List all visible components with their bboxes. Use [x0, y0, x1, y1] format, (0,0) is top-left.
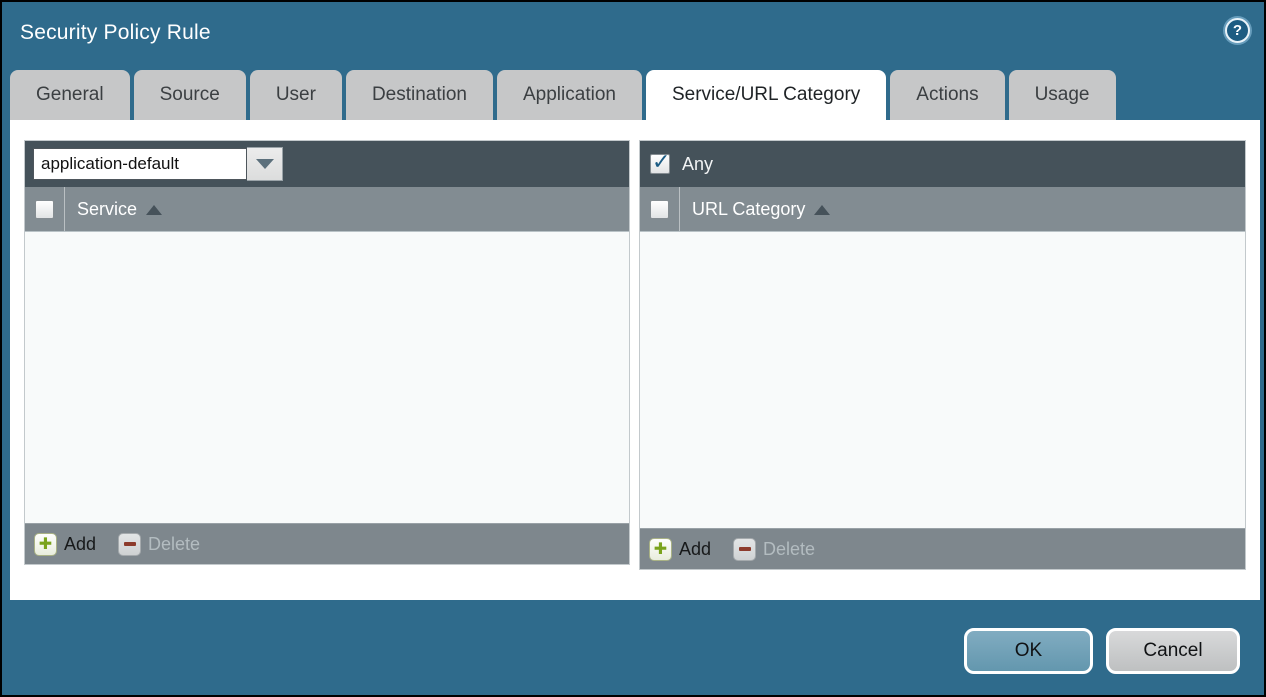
tab-service-url-category[interactable]: Service/URL Category	[646, 70, 886, 120]
minus-bar	[124, 542, 136, 546]
service-add-button[interactable]: ✚ Add	[34, 533, 96, 556]
sort-ascending-icon	[814, 205, 830, 215]
url-category-column-label: URL Category	[692, 199, 805, 220]
url-category-grid-header: URL Category	[640, 187, 1245, 232]
service-grid-header: Service	[25, 187, 629, 232]
delete-button-label: Delete	[763, 539, 815, 560]
add-plus-icon: ✚	[34, 533, 57, 556]
service-panel: Service ✚ Add Delete	[24, 140, 630, 565]
delete-minus-icon	[118, 533, 141, 556]
any-checkbox-label: Any	[682, 154, 713, 175]
tab-source[interactable]: Source	[134, 70, 246, 120]
tab-actions[interactable]: Actions	[890, 70, 1004, 120]
security-policy-rule-dialog: { "window": { "title": "Security Policy …	[0, 0, 1266, 697]
help-glyph: ?	[1233, 22, 1242, 39]
service-column-label: Service	[77, 199, 137, 220]
tab-general[interactable]: General	[10, 70, 130, 120]
url-category-delete-button[interactable]: Delete	[733, 538, 815, 561]
service-type-toolbar	[25, 141, 629, 187]
service-grid-body	[25, 232, 629, 523]
cancel-button[interactable]: Cancel	[1106, 628, 1240, 674]
help-icon[interactable]: ?	[1225, 18, 1250, 43]
url-category-add-button[interactable]: ✚ Add	[649, 538, 711, 561]
service-select-all-checkbox[interactable]	[35, 200, 54, 219]
ok-button[interactable]: OK	[964, 628, 1093, 674]
url-category-panel: Any URL Category ✚ Add Delete	[639, 140, 1246, 570]
service-type-select[interactable]	[33, 148, 247, 180]
minus-bar	[739, 547, 751, 551]
any-checkbox[interactable]	[650, 154, 670, 174]
add-button-label: Add	[679, 539, 711, 560]
dialog-title: Security Policy Rule	[20, 21, 211, 45]
service-footer-bar: ✚ Add Delete	[25, 523, 629, 564]
tab-destination[interactable]: Destination	[346, 70, 493, 120]
tab-user[interactable]: User	[250, 70, 342, 120]
delete-button-label: Delete	[148, 534, 200, 555]
delete-minus-icon	[733, 538, 756, 561]
sort-ascending-icon	[146, 205, 162, 215]
service-type-select-arrow-button[interactable]	[247, 147, 283, 181]
add-button-label: Add	[64, 534, 96, 555]
url-category-any-toolbar: Any	[640, 141, 1245, 187]
tab-application[interactable]: Application	[497, 70, 642, 120]
service-delete-button[interactable]: Delete	[118, 533, 200, 556]
tab-bar: General Source User Destination Applicat…	[10, 70, 1116, 120]
tab-usage[interactable]: Usage	[1009, 70, 1116, 120]
url-category-select-all-cell	[640, 187, 680, 231]
chevron-down-icon	[256, 159, 274, 169]
service-column-header[interactable]: Service	[77, 199, 162, 220]
url-category-footer-bar: ✚ Add Delete	[640, 528, 1245, 569]
url-category-select-all-checkbox[interactable]	[650, 200, 669, 219]
tab-content-sheet: Service ✚ Add Delete Any	[10, 120, 1260, 600]
add-plus-icon: ✚	[649, 538, 672, 561]
service-select-all-cell	[25, 187, 65, 231]
url-category-grid-body	[640, 232, 1245, 528]
url-category-column-header[interactable]: URL Category	[692, 199, 830, 220]
